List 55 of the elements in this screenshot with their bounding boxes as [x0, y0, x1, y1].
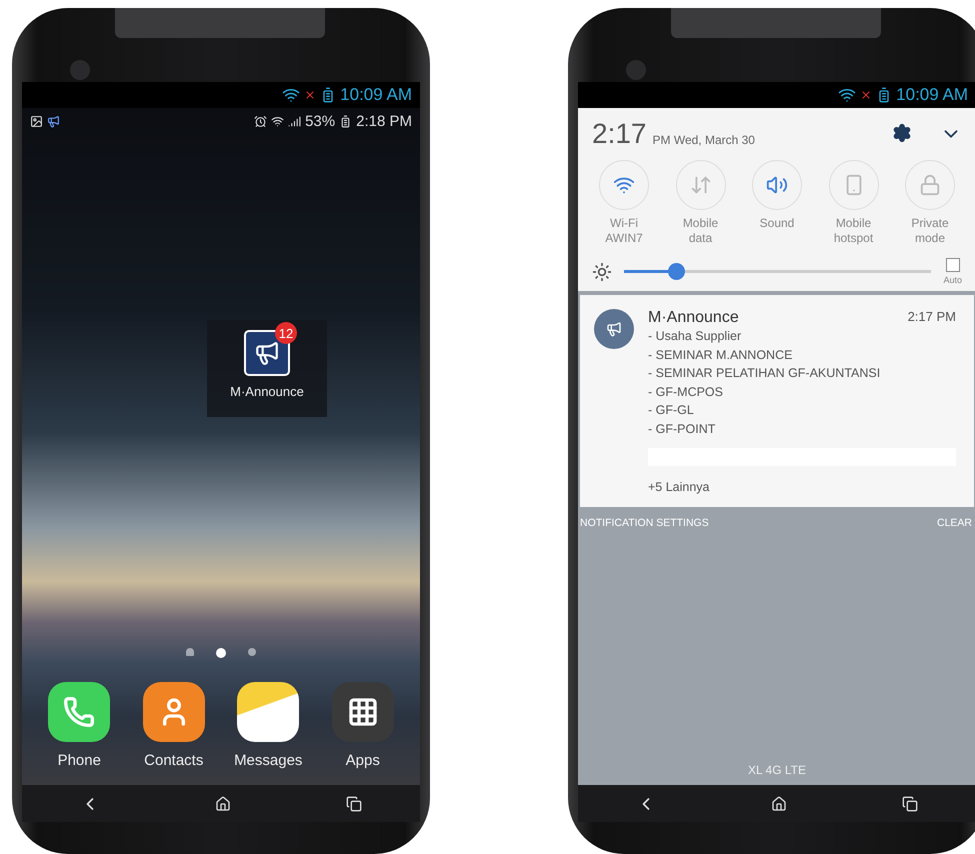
notification-line: - Usaha Supplier	[648, 328, 742, 345]
app-shortcut[interactable]: 12 M·Announce	[207, 320, 327, 417]
no-signal-icon	[304, 89, 316, 101]
page-indicator[interactable]	[216, 648, 226, 658]
image-icon	[30, 115, 43, 128]
app-label: M·Announce	[230, 384, 304, 399]
dock-app[interactable]: Contacts	[128, 682, 219, 769]
notification-line: - GF-GL	[648, 402, 695, 419]
quick-toggle[interactable]: Sound	[745, 160, 809, 246]
quick-toggle[interactable]: Private mode	[898, 160, 962, 246]
more-count: +5 Lainnya	[648, 479, 711, 496]
clock-time: 2:18 PM	[356, 113, 412, 130]
quick-toggle[interactable]: Mobile hotspot	[822, 160, 886, 246]
home-icon[interactable]	[770, 796, 787, 812]
brightness-icon	[592, 262, 612, 282]
status-time: 10:09 AM	[896, 85, 968, 105]
battery-percent: 53%	[305, 113, 336, 130]
wifi-icon	[282, 86, 300, 104]
phone-icon	[48, 682, 110, 742]
auto-checkbox[interactable]: Auto	[943, 258, 962, 285]
signal-icon	[288, 115, 302, 128]
dock-app[interactable]: Phone	[34, 682, 124, 769]
person-icon	[142, 682, 205, 742]
notification-title: M·Announce	[648, 309, 739, 327]
envelope-icon	[237, 682, 300, 742]
notification-line: - SEMINAR PELATIHAN GF-AKUNTANSI	[648, 365, 882, 382]
notification-line: - GF-POINT	[648, 420, 716, 438]
status-time: 10:09 AM	[340, 85, 412, 105]
notification-badge: 12	[275, 322, 297, 344]
no-signal-icon	[860, 89, 872, 101]
notification-time: 2:17 PM	[908, 309, 956, 326]
recent-apps-icon[interactable]	[346, 796, 362, 812]
notification-card[interactable]: M·Announce 2:17 PM - Usaha Supplier - SEMINAR M.ANNONCE - SEMINAR PELATIHAN GF-AKUNTANSI - GF-MCPOS - GF-GL - GF-POINT +5 Lainnya	[580, 295, 974, 506]
clear-link[interactable]: CLEAR	[936, 516, 972, 528]
recent-apps-icon[interactable]	[902, 796, 918, 812]
home-icon[interactable]	[214, 796, 231, 812]
carrier-label: XL 4G LTE	[748, 763, 806, 779]
battery-icon	[339, 115, 352, 128]
wifi-icon	[838, 86, 856, 104]
panel-time: 2:17	[592, 118, 646, 150]
camera-lens	[626, 60, 646, 80]
dock-app[interactable]: Apps	[318, 682, 408, 769]
megaphone-icon	[47, 115, 60, 128]
dock-app[interactable]: Messages	[223, 682, 314, 769]
grid-icon	[332, 682, 394, 742]
camera-lens	[70, 60, 90, 80]
quick-toggle[interactable]: Wi-Fi AWIN7	[592, 160, 656, 246]
notification-line: - GF-MCPOS	[648, 384, 724, 400]
panel-date: PM Wed, March 30	[652, 133, 755, 149]
alarm-icon	[254, 115, 268, 128]
notification-line: - SEMINAR M.ANNONCE	[648, 346, 794, 364]
app-icon	[594, 309, 634, 349]
page-indicator[interactable]	[248, 648, 256, 656]
quick-toggle[interactable]: Mobile data	[668, 160, 732, 246]
notification-settings-link[interactable]: NOTIFICATION SETTINGS	[580, 516, 709, 528]
